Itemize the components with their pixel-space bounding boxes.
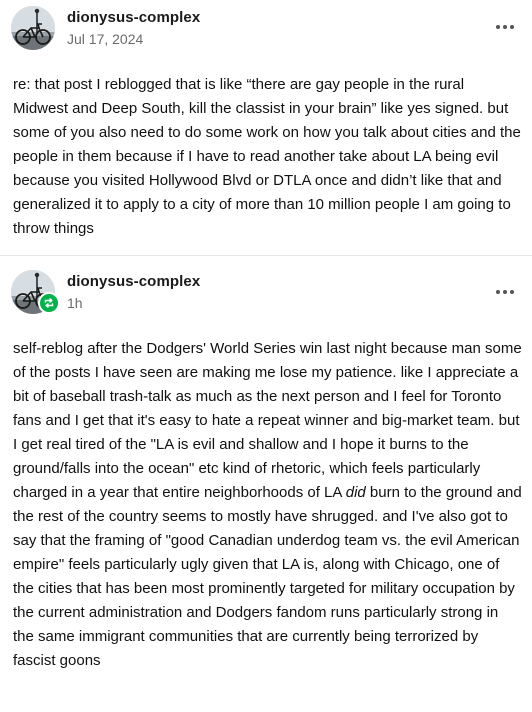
- avatar[interactable]: [11, 6, 55, 50]
- more-horizontal-icon[interactable]: [495, 283, 515, 301]
- post-body: re: that post I reblogged that is like “…: [13, 73, 522, 241]
- username[interactable]: dionysus-complex: [67, 273, 200, 290]
- post-text: self-reblog after the Dodgers' World Ser…: [13, 337, 522, 673]
- reblog-icon: [38, 292, 60, 314]
- post-text-part: burn to the ground and the rest of the c…: [13, 484, 522, 669]
- post-text: re: that post I reblogged that is like “…: [13, 76, 521, 237]
- username[interactable]: dionysus-complex: [67, 9, 200, 26]
- post-body: self-reblog after the Dodgers' World Ser…: [13, 337, 522, 673]
- post-timestamp[interactable]: Jul 17, 2024: [67, 31, 143, 47]
- post-text-part: self-reblog after the Dodgers' World Ser…: [13, 340, 522, 501]
- post-timestamp[interactable]: 1h: [67, 295, 83, 311]
- post-divider: [0, 255, 532, 256]
- more-horizontal-icon[interactable]: [495, 18, 515, 36]
- post-text-emphasis: did: [345, 484, 366, 501]
- post-reblog: dionysus-complex 1h self-reblog after th…: [0, 263, 532, 712]
- avatar-bicycle-photo: [11, 6, 55, 50]
- post-original: dionysus-complex Jul 17, 2024 re: that p…: [0, 0, 532, 255]
